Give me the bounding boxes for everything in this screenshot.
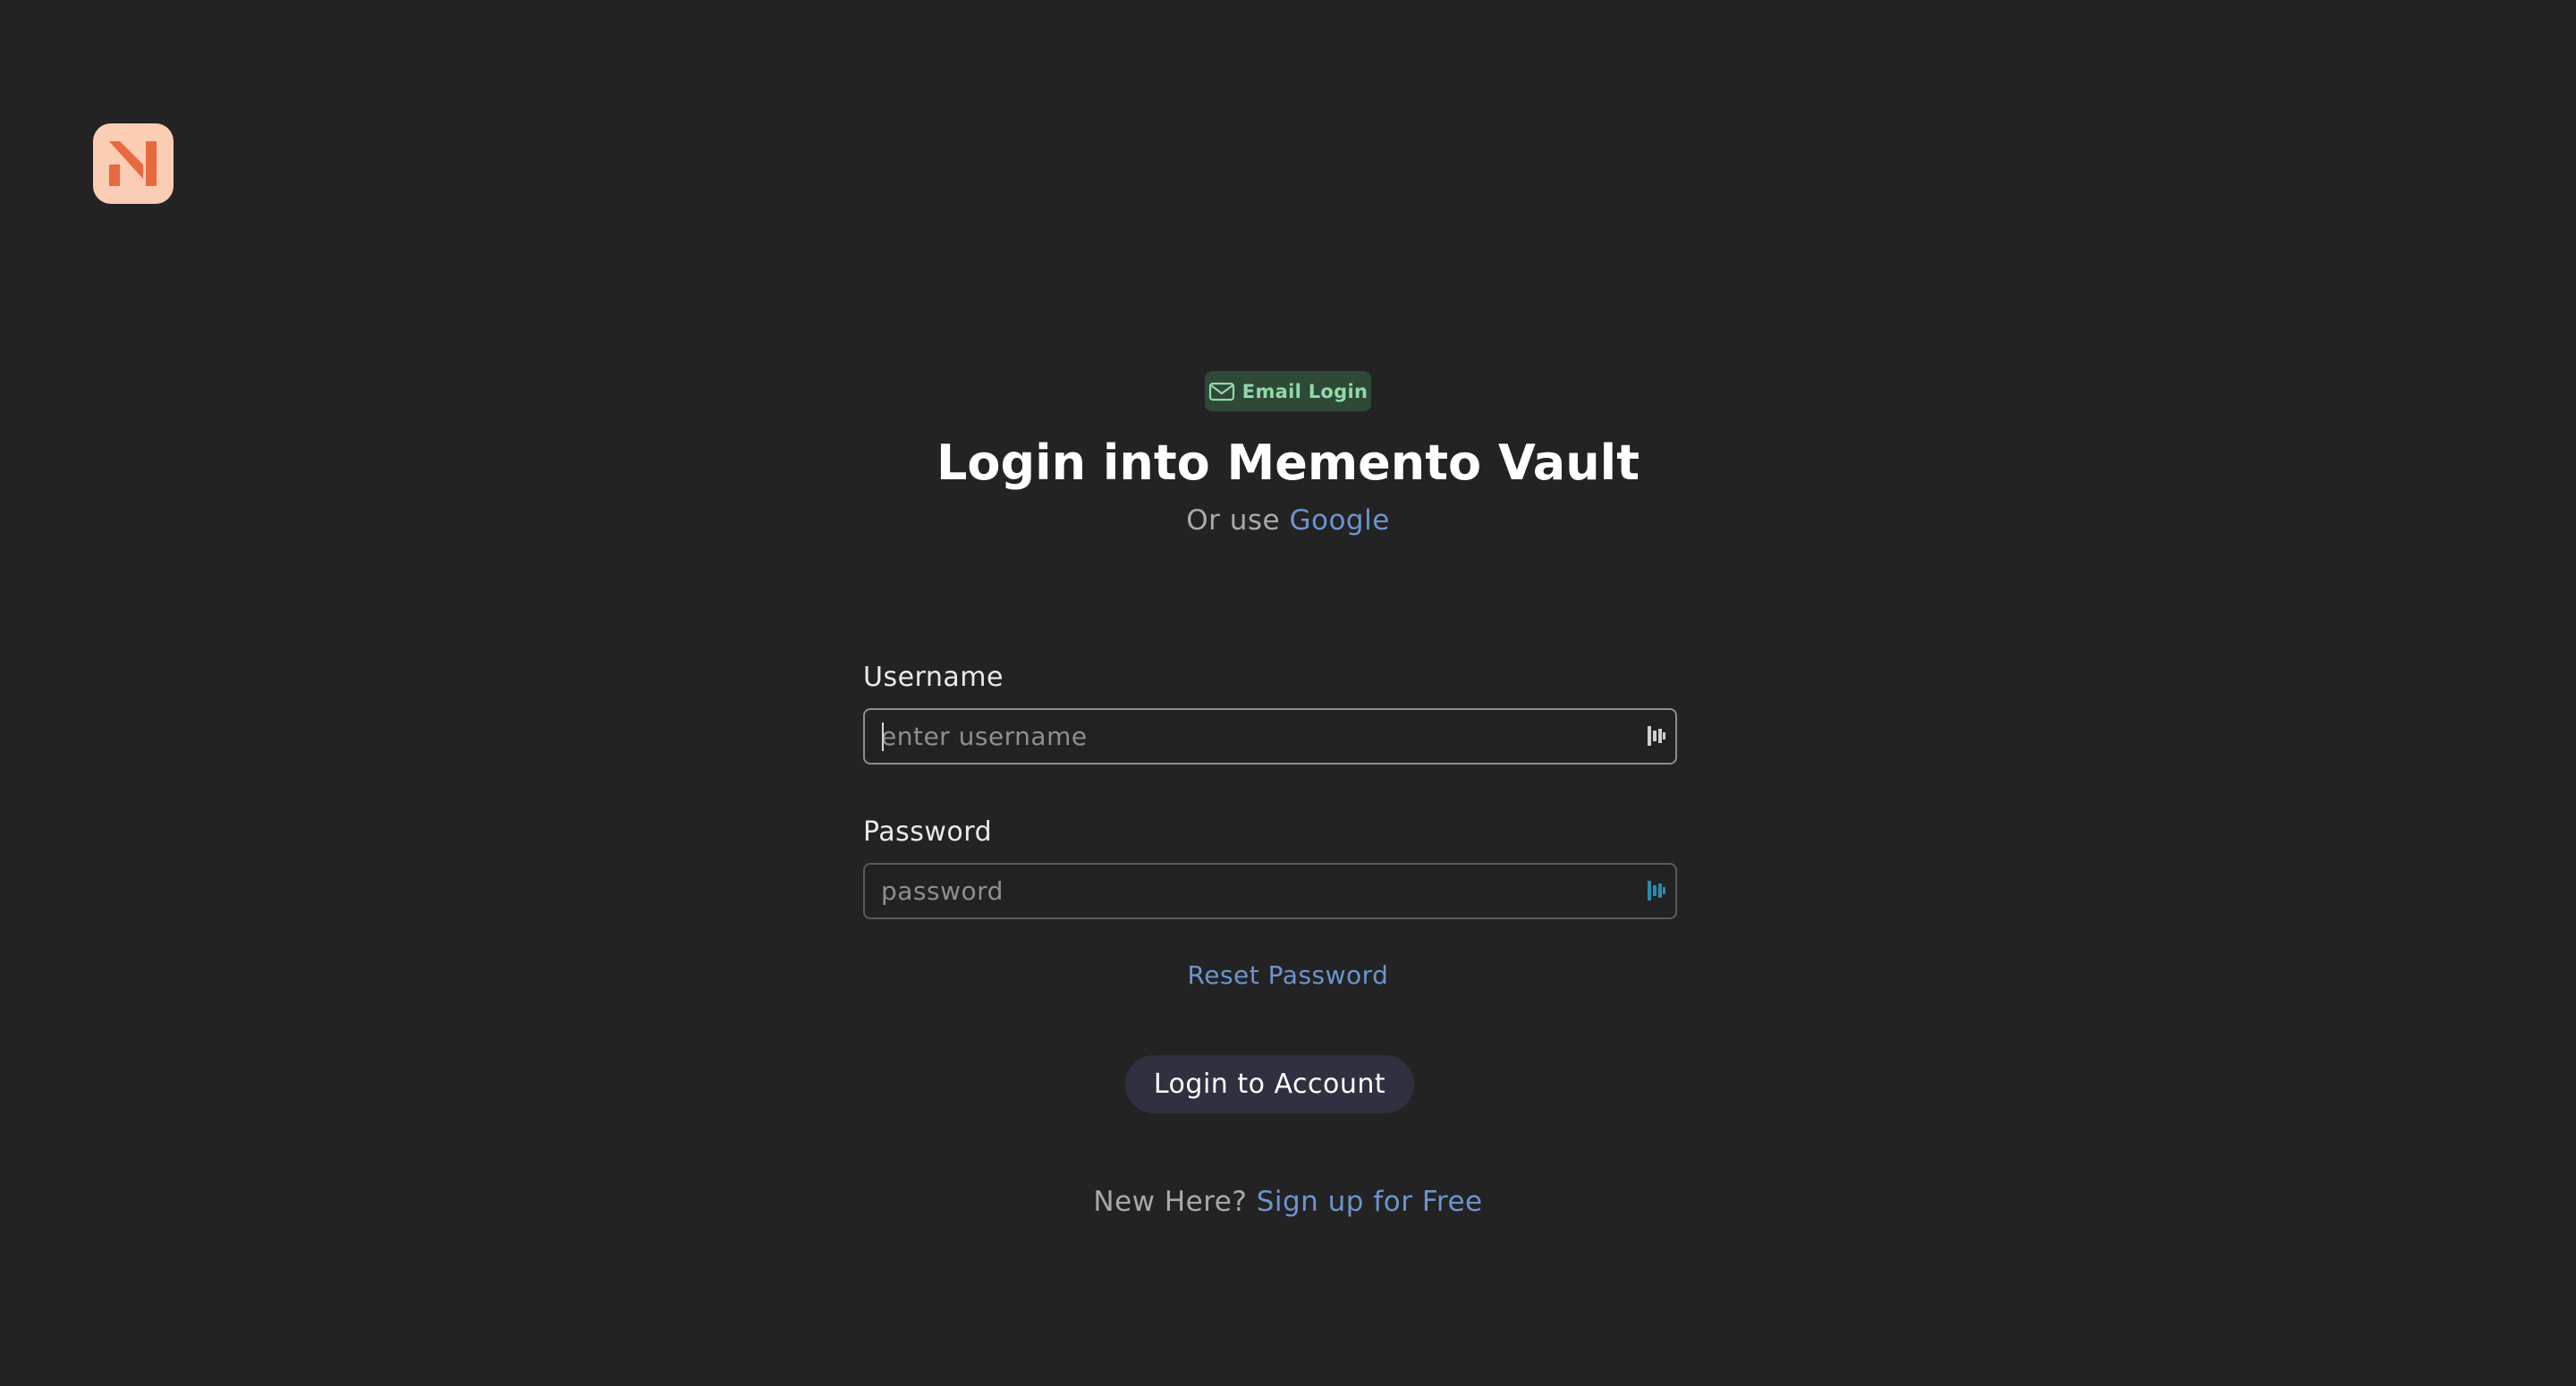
username-field-box: [863, 708, 1677, 765]
email-login-badge: Email Login: [1205, 371, 1371, 411]
reset-password-row: Reset Password: [0, 958, 2576, 993]
password-manager-icon[interactable]: [1647, 724, 1666, 748]
signup-line: New Here? Sign up for Free: [0, 1182, 2576, 1221]
password-field-box: [863, 863, 1677, 919]
alt-login-prefix: Or use: [1186, 504, 1281, 537]
password-input[interactable]: [865, 865, 1625, 917]
reset-password-link[interactable]: Reset Password: [1188, 960, 1389, 990]
google-login-link[interactable]: Google: [1289, 504, 1389, 537]
logo-mark-icon: [109, 141, 157, 186]
alt-login-line: Or use Google: [0, 501, 2576, 540]
memento-vault-logo[interactable]: [93, 123, 174, 204]
mail-icon: [1208, 382, 1235, 401]
password-manager-icon[interactable]: [1647, 879, 1666, 902]
username-label: Username: [863, 662, 1004, 693]
login-button[interactable]: Login to Account: [1125, 1055, 1414, 1113]
login-page: Email Login Login into Memento Vault Or …: [0, 0, 2576, 1386]
page-title: Login into Memento Vault: [936, 435, 1640, 491]
badge-label: Email Login: [1241, 380, 1368, 402]
username-input[interactable]: [865, 710, 1625, 763]
text-caret: [882, 723, 884, 751]
signup-link[interactable]: Sign up for Free: [1257, 1186, 1483, 1218]
signup-prompt: New Here?: [1093, 1186, 1248, 1218]
password-label: Password: [863, 816, 993, 848]
